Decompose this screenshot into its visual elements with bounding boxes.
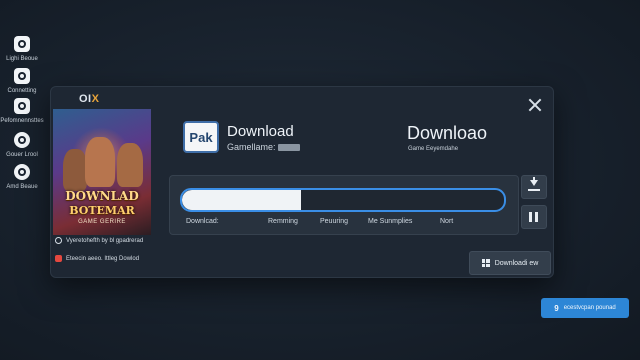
app-icon: Pak: [183, 121, 219, 153]
stat-nort: Nort: [440, 218, 454, 225]
pause-icon: [529, 212, 532, 222]
monitor-icon: [14, 98, 30, 114]
stat-peuuring: Peuuring: [320, 218, 349, 225]
image-icon: [14, 68, 30, 84]
toast-icon: 9: [554, 303, 559, 313]
verified-text: Vyeretohefth by bl gpadrerad: [66, 237, 144, 244]
stat-remaining: Remming: [268, 218, 298, 225]
dialog-title-right: Downloao: [407, 123, 488, 143]
warning-icon: [55, 255, 62, 262]
warning-note[interactable]: Eteecin aeeo. Ittleg Dowlod: [55, 255, 139, 262]
sidebar-item-label: Lighi Beoue: [6, 56, 38, 62]
download-button-label: Downloadi ew: [494, 259, 539, 267]
brand-accent: X: [91, 93, 100, 105]
game-name-line: Gamellame:: [227, 142, 300, 152]
sidebar: Lighi Beoue Connetting Pefomnennsttes Go…: [0, 0, 44, 360]
sidebar-item-amd-beaue[interactable]: Amd Beaue: [0, 164, 44, 190]
stat-download: Downlcad:: [186, 218, 219, 225]
progress-fill: [182, 190, 302, 210]
disc-icon: [14, 164, 30, 180]
download-base: [528, 189, 540, 191]
progress-panel: Downlcad: Remming Peuuring Me Sunmplies …: [169, 175, 519, 235]
check-circle-icon: [55, 237, 62, 244]
download-button[interactable]: Downloadi ew: [469, 251, 551, 275]
sidebar-item-connetting[interactable]: Connetting: [0, 68, 44, 94]
camera-icon: [14, 36, 30, 52]
brand-text: OI: [79, 93, 92, 105]
cover-title-line1: DOWNLAD: [65, 189, 139, 203]
windows-icon: [481, 259, 490, 267]
cover-subtitle: GAME GERIRE: [78, 219, 126, 225]
close-icon[interactable]: [527, 97, 543, 113]
sidebar-item-label: Amd Beaue: [6, 184, 38, 190]
game-cover-art: DOWNLAD BOTEMAR GAME GERIRE: [53, 109, 151, 235]
verified-note: Vyeretohefth by bl gpadrerad: [55, 237, 143, 244]
sidebar-item-pefomnennsttes[interactable]: Pefomnennsttes: [0, 98, 44, 124]
toast-label: ecestvcpan pounad: [563, 305, 616, 311]
pause-icon-bar: [535, 212, 538, 222]
cover-title-line2: BOTEMAR: [69, 204, 135, 217]
notification-toast[interactable]: 9 ecestvcpan pounad: [541, 298, 629, 318]
warning-text: Eteecin aeeo. Ittleg Dowlod: [66, 255, 140, 262]
download-dialog: OIX DOWNLAD BOTEMAR GAME GERIRE Vyeretoh…: [50, 86, 554, 278]
cover-character: [117, 143, 143, 187]
cover-character: [63, 149, 87, 191]
stat-supplies: Me Sunmplies: [368, 218, 413, 225]
sidebar-item-label: Pefomnennsttes: [0, 118, 44, 124]
dialog-title: Download: [227, 123, 294, 140]
download-arrow: [530, 180, 538, 186]
sidebar-item-gouer-lrool[interactable]: Gouer Lrool: [0, 132, 44, 158]
progress-bar: [180, 188, 506, 212]
brand-logo: OIX: [79, 93, 99, 105]
game-name-label: Gamellame:: [227, 142, 276, 152]
pause-button[interactable]: [521, 205, 547, 229]
redacted-game-name: [277, 143, 300, 151]
sidebar-item-lighi-beoue[interactable]: Lighi Beoue: [0, 36, 44, 62]
dialog-subtitle-right: Game Eeyemdahe: [408, 146, 459, 152]
download-icon-button[interactable]: [521, 175, 547, 199]
sidebar-item-label: Connetting: [7, 88, 37, 94]
sidebar-item-label: Gouer Lrool: [6, 152, 38, 158]
cover-character: [85, 137, 115, 187]
disc-icon: [14, 132, 30, 148]
